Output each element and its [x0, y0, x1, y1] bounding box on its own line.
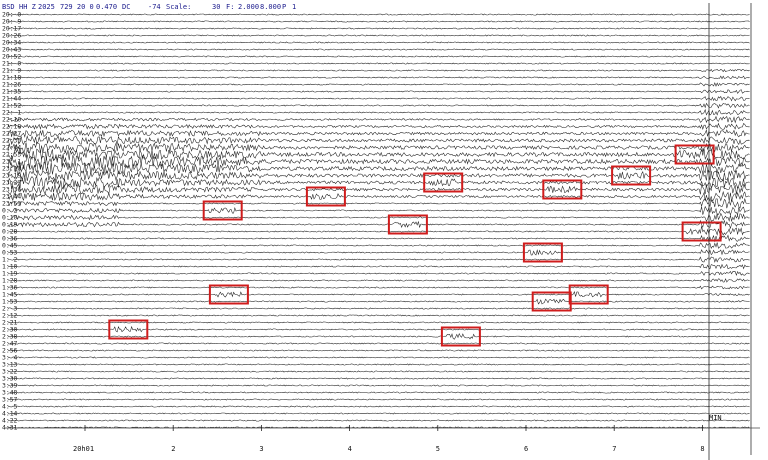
header-scale-label: Scale: [166, 3, 191, 11]
header-filter-label: F: [226, 3, 234, 11]
time-tick-label: 20h01 [73, 445, 94, 453]
time-tick-label: 7 [612, 445, 616, 453]
header-day-info: 729 20 0 [60, 3, 94, 11]
header-filter-high: 8.000 [260, 3, 281, 11]
header-gain: 0.470 [96, 3, 117, 11]
header-scale-value: 30 [212, 3, 220, 11]
header-channel: HH Z [19, 3, 36, 11]
header-filter-order: 1 [292, 3, 296, 11]
header-filter-low: 2.000 [238, 3, 259, 11]
unit-label: MIN [709, 414, 722, 422]
header-offset: -74 [148, 3, 161, 11]
header-year: 2025 [38, 3, 55, 11]
time-tick-label: 4 [348, 445, 352, 453]
time-tick-label: 3 [259, 445, 263, 453]
header-filter-mode: P [282, 3, 286, 11]
plot-background [0, 0, 768, 460]
time-tick-label: 6 [524, 445, 528, 453]
row-time-label: 4:31 [2, 424, 18, 432]
time-tick-label: 8 [700, 445, 704, 453]
time-tick-label: 5 [436, 445, 440, 453]
header-mode: DC [122, 3, 130, 11]
time-tick-label: 2 [171, 445, 175, 453]
helicorder-plot: BSD HH Z 2025 729 20 0 0.470 DC -74 Scal… [0, 0, 768, 460]
